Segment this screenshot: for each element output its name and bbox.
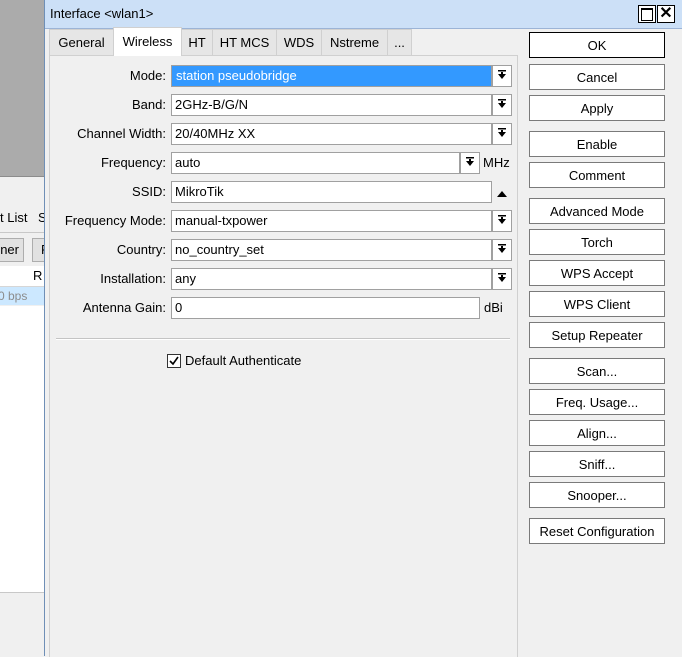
tab-wireless[interactable]: Wireless [113, 27, 182, 56]
tab-general[interactable]: General [49, 29, 114, 56]
frequency-mode-label: Frequency Mode: [64, 213, 166, 228]
mode-dropdown-button[interactable] [492, 65, 512, 87]
default-authenticate-checkbox[interactable] [167, 354, 181, 368]
ssid-input[interactable]: MikroTik [171, 181, 492, 203]
window-title: Interface <wlan1> [50, 6, 154, 21]
scan-button[interactable]: Scan... [529, 358, 665, 384]
interface-dialog: Interface <wlan1> ✕ General Wireless HT … [44, 0, 682, 657]
channel-width-dropdown-button[interactable] [492, 123, 512, 145]
chevron-down-icon [498, 273, 506, 282]
tab-wds[interactable]: WDS [276, 29, 322, 56]
country-select[interactable]: no_country_set [171, 239, 492, 261]
reset-configuration-button[interactable]: Reset Configuration [529, 518, 665, 544]
wps-accept-button[interactable]: WPS Accept [529, 260, 665, 286]
title-bar[interactable]: Interface <wlan1> ✕ [45, 0, 682, 29]
frequency-dropdown-button[interactable] [460, 152, 480, 174]
installation-dropdown-button[interactable] [492, 268, 512, 290]
background-tab-list[interactable]: t List [0, 205, 27, 231]
cancel-button[interactable]: Cancel [529, 64, 665, 90]
collapse-arrow-icon[interactable] [496, 187, 508, 197]
align-button[interactable]: Align... [529, 420, 665, 446]
wps-client-button[interactable]: WPS Client [529, 291, 665, 317]
enable-button[interactable]: Enable [529, 131, 665, 157]
background-statusbar [0, 592, 44, 657]
mode-select[interactable]: station pseudobridge [171, 65, 492, 87]
frequency-label: Frequency: [100, 155, 166, 170]
background-row-value: 0 bps [0, 289, 28, 303]
frequency-mode-dropdown-button[interactable] [492, 210, 512, 232]
wireless-tab-panel: Mode: station pseudobridge Band: 2GHz-B/… [49, 55, 518, 657]
antenna-gain-input[interactable]: 0 [171, 297, 480, 319]
default-authenticate-label: Default Authenticate [185, 353, 302, 368]
channel-width-select[interactable]: 20/40MHz XX [171, 123, 492, 145]
setup-repeater-button[interactable]: Setup Repeater [529, 322, 665, 348]
checkmark-icon [169, 356, 179, 366]
frequency-unit: MHz [483, 155, 510, 170]
channel-width-label: Channel Width: [77, 126, 166, 141]
mode-value: station pseudobridge [175, 67, 298, 84]
tab-ht-mcs[interactable]: HT MCS [212, 29, 277, 56]
advanced-mode-button[interactable]: Advanced Mode [529, 198, 665, 224]
antenna-gain-unit: dBi [484, 300, 503, 315]
band-label: Band: [132, 97, 166, 112]
freq-usage-button[interactable]: Freq. Usage... [529, 389, 665, 415]
tab-nstreme[interactable]: Nstreme [321, 29, 388, 56]
chevron-down-icon [466, 157, 474, 166]
comment-button[interactable]: Comment [529, 162, 665, 188]
country-label: Country: [116, 242, 166, 257]
maximize-icon[interactable] [638, 5, 656, 23]
torch-button[interactable]: Torch [529, 229, 665, 255]
mode-label: Mode: [129, 68, 166, 83]
chevron-down-icon [498, 70, 506, 79]
chevron-down-icon [498, 128, 506, 137]
tab-more[interactable]: ... [387, 29, 412, 56]
chevron-down-icon [498, 244, 506, 253]
sniff-button[interactable]: Sniff... [529, 451, 665, 477]
background-header-col: R [33, 268, 43, 283]
chevron-down-icon [498, 215, 506, 224]
chevron-down-icon [498, 99, 506, 108]
apply-button[interactable]: Apply [529, 95, 665, 121]
installation-label: Installation: [100, 271, 166, 286]
close-icon[interactable]: ✕ [657, 5, 675, 23]
frequency-mode-select[interactable]: manual-txpower [171, 210, 492, 232]
antenna-gain-label: Antenna Gain: [82, 300, 166, 315]
ok-button[interactable]: OK [529, 32, 665, 58]
installation-select[interactable]: any [171, 268, 492, 290]
band-select[interactable]: 2GHz-B/G/N [171, 94, 492, 116]
tab-ht[interactable]: HT [181, 29, 213, 56]
country-dropdown-button[interactable] [492, 239, 512, 261]
background-list-row[interactable]: 0 bps [0, 287, 44, 305]
background-list [0, 306, 44, 592]
band-dropdown-button[interactable] [492, 94, 512, 116]
frequency-select[interactable]: auto [171, 152, 460, 174]
form-separator [56, 338, 510, 340]
background-button-filter[interactable]: ner [0, 238, 24, 262]
background-list-header: R [0, 266, 44, 287]
ssid-label: SSID: [132, 184, 166, 199]
snooper-button[interactable]: Snooper... [529, 482, 665, 508]
